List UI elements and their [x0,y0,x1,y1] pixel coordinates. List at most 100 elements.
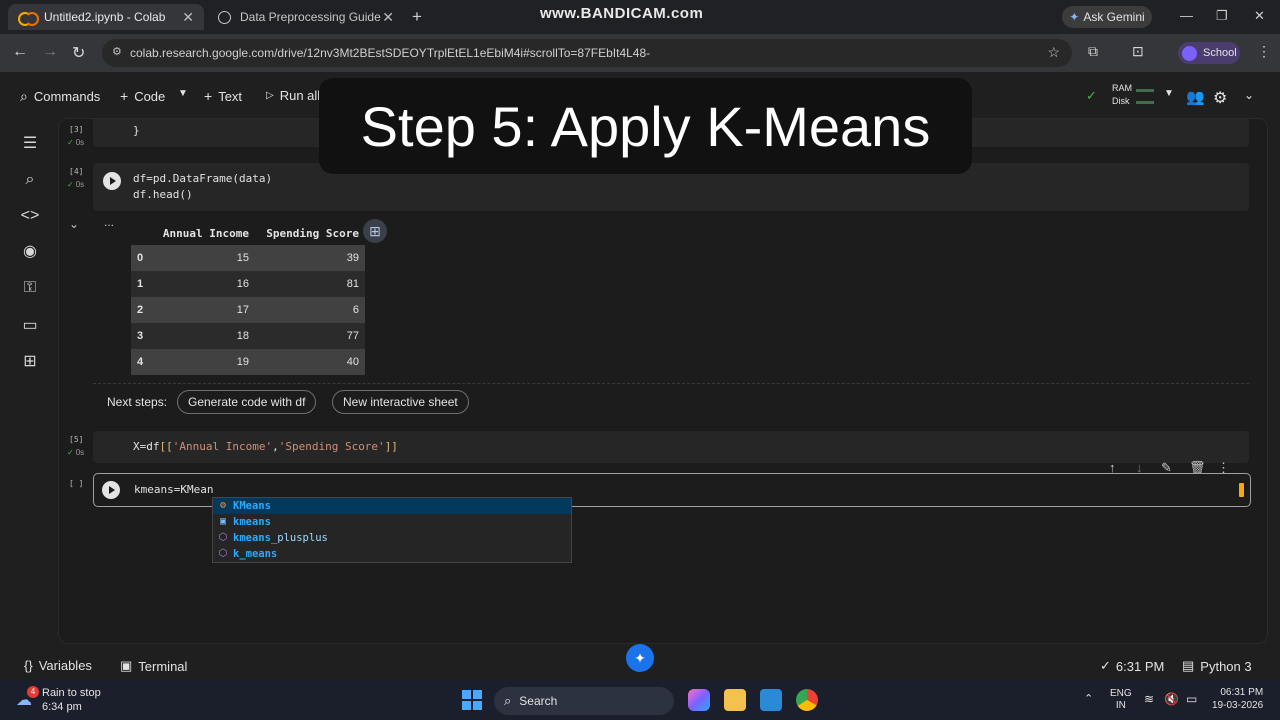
ask-gemini-button[interactable]: ✦ Ask Gemini [1062,6,1152,28]
chevron-down-icon[interactable]: ▼ [1164,88,1174,99]
share-people-icon[interactable]: 👥 [1186,88,1205,106]
table-cell: 18 [155,323,255,349]
collapse-output-icon[interactable]: ⌄ [69,217,79,231]
execution-count: [4] [69,167,84,176]
tab-colab[interactable]: Untitled2.ipynb - Colab ✕ [8,4,204,30]
tab-data-preprocessing[interactable]: Data Preprocessing Guide ✕ [208,4,404,30]
autocomplete-item[interactable]: ⚙ KMeans [213,498,571,514]
run-all-button[interactable]: ▷ Run all [266,88,320,103]
reload-icon[interactable]: ↻ [72,43,85,63]
browser-menu-icon[interactable]: ⋮ [1257,43,1271,60]
volume-muted-icon[interactable]: 🔇 [1164,692,1179,706]
chevron-down-icon[interactable]: ▼ [178,88,188,99]
convert-to-table-icon[interactable]: ⊞ [363,219,387,243]
run-success-check: ✓ 0s [67,180,85,189]
table-cell: 4 [131,349,155,375]
bookmark-star-icon[interactable]: ☆ [1047,44,1060,61]
language-indicator[interactable]: ENG IN [1110,688,1132,712]
autocomplete-item[interactable]: ▣ kmeans [213,514,571,530]
autocomplete-dropdown: ⚙ KMeans ▣ kmeans ⬡ kmeans _plusplus ⬡ k_mean… [212,497,572,563]
code-line: df=pd.DataFrame(data) [133,172,273,185]
table-cell: 0 [131,245,155,271]
autocomplete-item[interactable]: ⬡ k_means [213,546,571,562]
ask-gemini-label: Ask Gemini [1083,10,1145,24]
secrets-eye-icon[interactable]: ◉ [20,242,40,262]
vscode-icon[interactable] [760,689,782,711]
variable-icon: ▣ [219,516,227,527]
code-line: df.head() [133,188,193,201]
run-time: 0s [75,448,85,457]
text-label: Text [218,88,243,104]
code-cell[interactable]: X=df[['Annual Income','Spending Score']] [93,431,1249,463]
gear-icon[interactable]: ⚙ [1213,88,1227,108]
tray-overflow-icon[interactable]: ⌃ [1084,692,1093,705]
collapse-toolbar-icon[interactable]: ⌄ [1244,88,1254,102]
tab-search-icon[interactable]: ⊡ [1132,43,1144,60]
table-cell: 40 [255,349,365,375]
output-actions-icon[interactable]: ... [104,215,114,229]
run-cell-button[interactable] [103,172,121,190]
kernel-label: Python 3 [1200,658,1252,674]
tab-title: Untitled2.ipynb - Colab [44,10,166,24]
close-icon[interactable]: ✕ [182,9,194,26]
wifi-icon[interactable]: ≋ [1144,692,1154,706]
region-label: IN [1115,700,1126,711]
folder-icon[interactable]: ▭ [20,316,40,336]
find-replace-icon[interactable]: ⌕ [20,170,40,190]
check-icon: ✓ [1100,658,1111,673]
url-field[interactable]: ⚙ colab.research.google.com/drive/12nv3M… [102,39,1072,67]
connected-check-icon: ✓ [1086,88,1097,103]
back-icon[interactable]: ← [12,43,28,61]
key-icon[interactable]: ⚿ [20,278,40,298]
runtime-button[interactable]: ▤ Python 3 [1182,658,1252,674]
address-bar-row: ← → ↻ ⚙ colab.research.google.com/drive/… [0,34,1280,72]
add-text-button[interactable]: + Text [204,88,242,104]
close-window-icon[interactable]: ✕ [1254,8,1265,24]
profile-button[interactable]: School [1178,42,1240,64]
generate-code-chip[interactable]: Generate code with df [177,390,317,414]
extensions-icon[interactable]: ⧉ [1088,43,1098,60]
weather-text[interactable]: Rain to stop [42,687,101,699]
code-snippets-icon[interactable]: <> [20,206,40,226]
weather-badge: 4 [27,686,39,698]
last-run-status[interactable]: ✓ 6:31 PM [1100,658,1164,674]
gemini-button[interactable]: ✦ [626,644,654,672]
maximize-icon[interactable]: ❐ [1216,8,1228,24]
search-label: Search [519,694,558,708]
autocomplete-item[interactable]: ⬡ kmeans _plusplus [213,530,571,546]
table-row: 4 19 40 [131,349,365,375]
code-token: ]] [384,440,398,453]
commands-button[interactable]: ⌕ Commands [20,88,100,105]
terminal-label: Terminal [138,658,188,674]
taskbar-search[interactable]: ⌕ Search [494,687,674,715]
new-interactive-sheet-chip[interactable]: New interactive sheet [332,390,469,414]
run-cell-button[interactable] [102,481,120,499]
site-info-icon[interactable]: ⚙ [112,45,122,58]
match-text: kmeans [233,532,271,544]
browser-tab-bar: Untitled2.ipynb - Colab ✕ Data Preproces… [0,0,1280,34]
new-tab-icon[interactable]: + [412,7,422,27]
table-cell: 3 [131,323,155,349]
clock[interactable]: 06:31 PM 19-03-2026 [1212,686,1263,712]
minimize-icon[interactable]: — [1180,8,1193,23]
match-text: kmeans [233,516,271,528]
table-of-contents-icon[interactable]: ☰ [20,134,40,154]
file-explorer-icon[interactable] [724,689,746,711]
terminal-button[interactable]: ▣ Terminal [120,658,187,674]
execution-count: [5] [69,435,84,444]
close-icon[interactable]: ✕ [382,9,394,26]
code-token: , [272,440,279,453]
next-steps-label: Next steps: [107,395,168,409]
forward-icon[interactable]: → [42,43,58,61]
data-table-icon[interactable]: ⊞ [20,352,40,372]
dataframe-output: Annual Income Spending Score 0 15 39 1 1… [131,221,365,375]
add-code-button[interactable]: + Code [120,88,165,104]
chrome-icon[interactable] [796,689,818,711]
copilot-app-icon[interactable] [688,689,710,711]
left-sidebar: ☰ ⌕ <> ◉ ⚿ ▭ ⊞ [0,118,58,650]
variables-button[interactable]: {} Variables [24,658,92,673]
windows-start-icon[interactable] [462,690,482,710]
battery-icon[interactable]: ▭ [1186,692,1197,706]
ram-meter [1136,89,1154,92]
resource-monitor[interactable]: RAM Disk [1112,82,1132,108]
